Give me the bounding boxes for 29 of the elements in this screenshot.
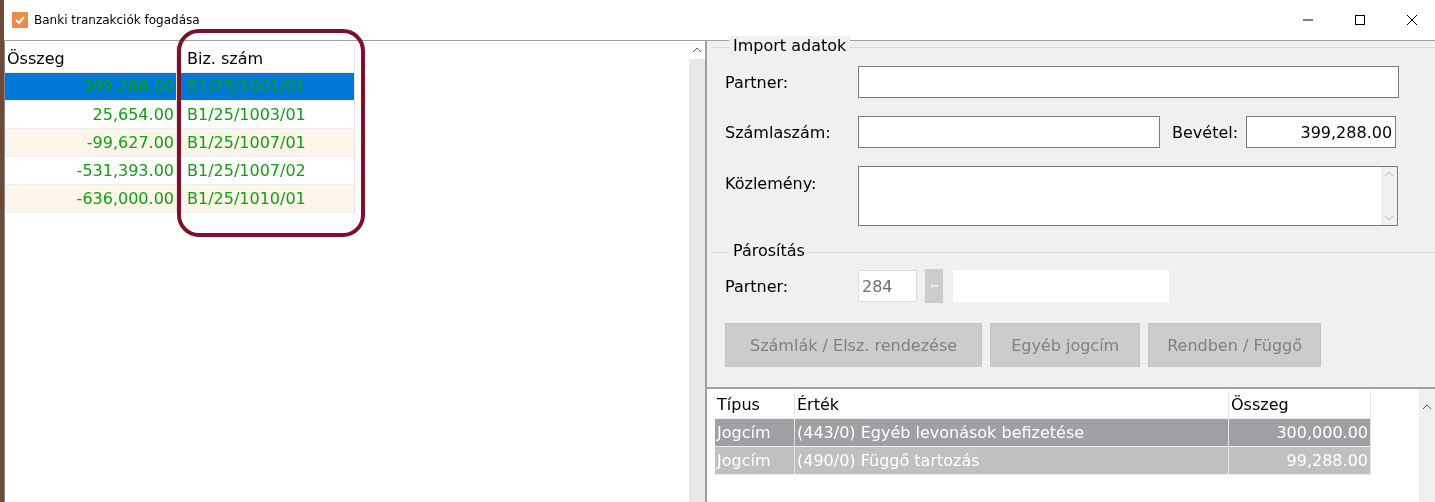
table-cell[interactable]: 99,288.00 (1229, 447, 1371, 475)
table-cell[interactable]: Jogcím (715, 447, 795, 475)
group-title: Import adatok (729, 36, 851, 55)
maximize-icon[interactable] (1355, 15, 1365, 25)
arrow-icon (930, 283, 938, 289)
window-title: Banki tranzakciók fogadása (34, 13, 201, 27)
input-field[interactable] (858, 116, 1160, 148)
field-label: Partner: (725, 276, 790, 296)
table-cell[interactable]: 25,654.00 (5, 101, 177, 129)
input-field[interactable]: 284 (858, 270, 917, 302)
field-label: Bevétel: (1172, 122, 1239, 142)
input-field[interactable]: 399,288.00 (1246, 116, 1397, 148)
scroll-up-icon[interactable] (1422, 404, 1432, 410)
checkmark-icon (12, 12, 28, 28)
field-label: Közlemény: (725, 174, 818, 193)
input-field[interactable] (858, 66, 1399, 98)
scroll-up-icon[interactable] (692, 47, 702, 53)
table-cell[interactable]: 300,000.00 (1229, 419, 1371, 447)
table-cell[interactable]: (490/0) Függő tartozás (795, 447, 1229, 475)
table-cell[interactable]: -531,393.00 (5, 157, 177, 185)
field-label: Partner: (725, 72, 790, 92)
scrollbar[interactable] (689, 41, 705, 502)
scrollbar[interactable] (1419, 389, 1435, 502)
table-cell[interactable]: (443/0) Egyéb levonások befizetése (795, 419, 1229, 447)
table-cell[interactable]: -99,627.00 (5, 129, 177, 157)
table-cell[interactable]: Jogcím (715, 419, 795, 447)
field-label: Számlaszám: (725, 122, 832, 142)
close-icon[interactable] (1407, 15, 1417, 25)
table-cell[interactable]: -636,000.00 (5, 185, 177, 213)
